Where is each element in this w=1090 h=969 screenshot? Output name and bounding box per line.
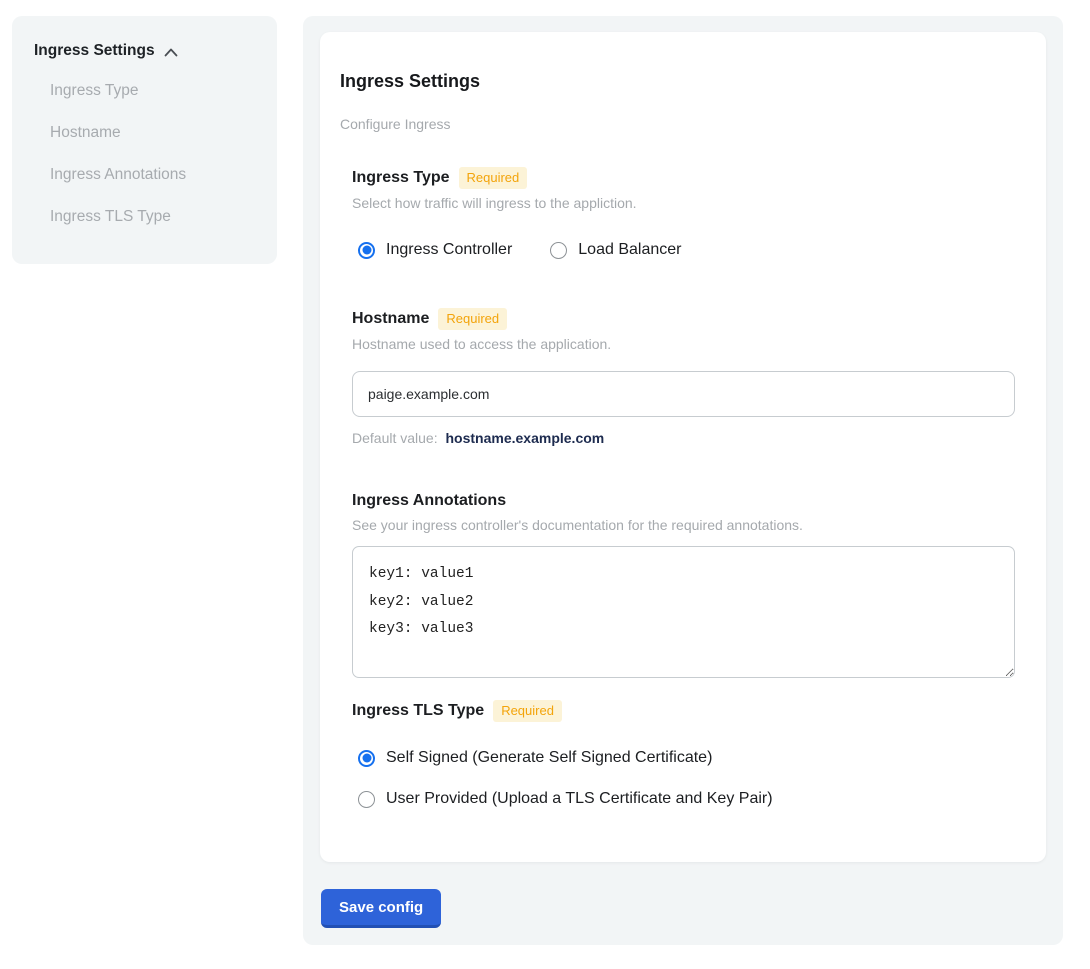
radio-icon — [550, 242, 567, 259]
radio-label: Self Signed (Generate Self Signed Certif… — [386, 748, 712, 768]
sidebar-item-ingress-type[interactable]: Ingress Type — [50, 70, 277, 112]
hostname-default-line: Default value: hostname.example.com — [352, 430, 1015, 447]
ingress-type-label: Ingress Type — [352, 168, 450, 188]
required-badge: Required — [438, 308, 507, 330]
default-value-label: Default value: — [352, 430, 438, 446]
tls-type-label: Ingress TLS Type — [352, 701, 484, 721]
annotations-description: See your ingress controller's documentat… — [352, 516, 1015, 534]
radio-option-self-signed[interactable]: Self Signed (Generate Self Signed Certif… — [358, 748, 1015, 768]
chevron-up-icon — [164, 48, 178, 57]
settings-sidebar: Ingress Settings Ingress Type Hostname I… — [12, 16, 277, 264]
sidebar-section-ingress-settings[interactable]: Ingress Settings — [34, 42, 277, 60]
annotations-label: Ingress Annotations — [352, 491, 506, 511]
radio-option-user-provided[interactable]: User Provided (Upload a TLS Certificate … — [358, 789, 1015, 809]
radio-icon — [358, 242, 375, 259]
radio-option-ingress-controller[interactable]: Ingress Controller — [358, 240, 512, 260]
page-title: Ingress Settings — [340, 70, 1015, 92]
sidebar-item-list: Ingress Type Hostname Ingress Annotation… — [50, 70, 277, 238]
radio-label: Ingress Controller — [386, 240, 512, 260]
radio-icon — [358, 791, 375, 808]
page-subtitle: Configure Ingress — [340, 116, 1015, 133]
section-ingress-tls-type: Ingress TLS Type Required Self Signed (G… — [352, 700, 1015, 809]
required-badge: Required — [459, 167, 528, 189]
hostname-label: Hostname — [352, 309, 429, 329]
sidebar-item-ingress-annotations[interactable]: Ingress Annotations — [50, 154, 277, 196]
main-panel: Ingress Settings Configure Ingress Ingre… — [303, 16, 1063, 945]
section-ingress-type: Ingress Type Required Select how traffic… — [352, 167, 1015, 260]
default-value-text: hostname.example.com — [446, 430, 605, 446]
sidebar-item-ingress-tls-type[interactable]: Ingress TLS Type — [50, 196, 277, 238]
radio-option-load-balancer[interactable]: Load Balancer — [550, 240, 681, 260]
radio-label: User Provided (Upload a TLS Certificate … — [386, 789, 773, 809]
required-badge: Required — [493, 700, 562, 722]
section-ingress-annotations: Ingress Annotations See your ingress con… — [352, 491, 1015, 678]
ingress-type-radio-group: Ingress Controller Load Balancer — [358, 240, 1015, 260]
save-config-button[interactable]: Save config — [321, 889, 441, 928]
section-hostname: Hostname Required Hostname used to acces… — [352, 308, 1015, 447]
form-sections: Ingress Type Required Select how traffic… — [352, 167, 1015, 809]
annotations-textarea[interactable]: key1: value1 key2: value2 key3: value3 — [352, 546, 1015, 678]
radio-icon — [358, 750, 375, 767]
hostname-input[interactable] — [352, 371, 1015, 417]
ingress-settings-card: Ingress Settings Configure Ingress Ingre… — [320, 32, 1046, 862]
sidebar-item-hostname[interactable]: Hostname — [50, 112, 277, 154]
sidebar-section-label: Ingress Settings — [34, 42, 155, 60]
ingress-type-description: Select how traffic will ingress to the a… — [352, 194, 1015, 212]
tls-type-radio-group: Self Signed (Generate Self Signed Certif… — [358, 748, 1015, 809]
radio-label: Load Balancer — [578, 240, 681, 260]
hostname-description: Hostname used to access the application. — [352, 335, 1015, 353]
